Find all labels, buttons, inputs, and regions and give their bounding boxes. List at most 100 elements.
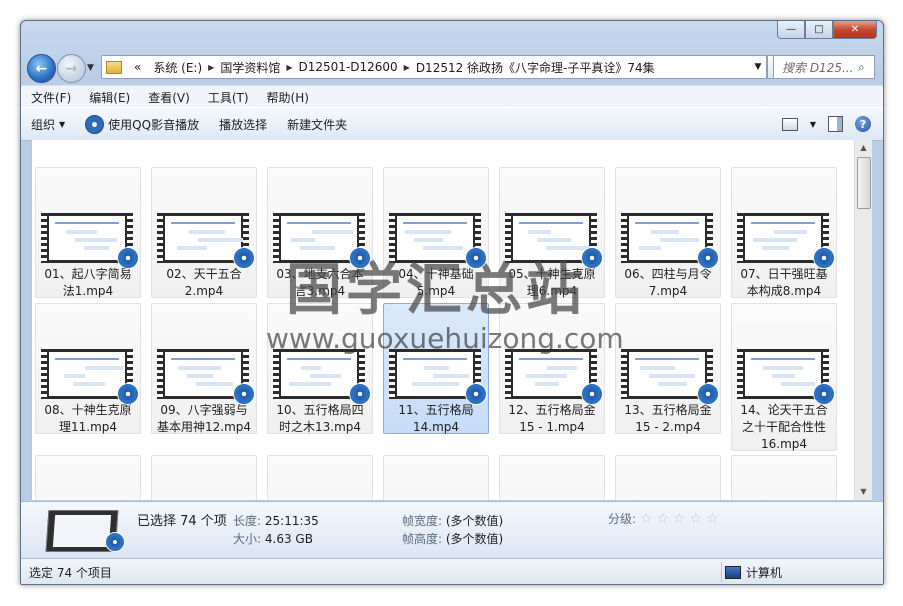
file-name-line: 02、天干五合 (166, 267, 242, 281)
file-item[interactable]: 04、十神基础 5.mp4 (383, 167, 489, 298)
file-name: 06、四柱与月令 7.mp4 (619, 266, 717, 300)
chevron-down-icon: ▼ (59, 119, 66, 129)
file-name: 04、十神基础 5.mp4 (387, 266, 485, 300)
file-item[interactable]: 07、日干强旺基 本构成8.mp4 (731, 167, 837, 298)
new-folder-button[interactable]: 新建文件夹 (277, 116, 357, 133)
back-arrow-icon[interactable]: ← (27, 54, 56, 83)
view-dropdown-icon[interactable]: ▼ (810, 120, 816, 129)
breadcrumb-folder-2[interactable]: D12501-D12600 (292, 60, 403, 74)
scroll-down-icon[interactable]: ▼ (855, 484, 872, 500)
file-item[interactable]: 06、四柱与月令 7.mp4 (615, 167, 721, 298)
folder-icon (106, 60, 122, 74)
change-view-icon[interactable] (781, 117, 798, 131)
search-icon[interactable]: ⌕ (858, 60, 865, 75)
preview-pane-icon[interactable] (828, 116, 843, 132)
file-item[interactable] (731, 455, 837, 500)
scrollbar-thumb[interactable] (857, 157, 871, 209)
file-item[interactable]: 05、十神生克原 理6.mp4 (499, 167, 605, 298)
file-name: 08、十神生克原 理11.mp4 (39, 402, 137, 436)
file-name: 07、日干强旺基 本构成8.mp4 (735, 266, 833, 300)
search-box[interactable]: 搜索 D125... ⌕ (773, 55, 875, 79)
file-item[interactable]: 11、五行格局 14.mp4 (383, 303, 489, 434)
file-item[interactable]: 01、起八字简易 法1.mp4 (35, 167, 141, 298)
computer-icon (725, 565, 741, 579)
breadcrumb-drive[interactable]: 系统 (E:) (147, 59, 208, 76)
breadcrumb-overflow[interactable]: « (128, 60, 147, 74)
search-input[interactable]: 搜索 D125... (774, 59, 858, 76)
video-reel-icon (581, 383, 603, 405)
file-name-line: 08、十神生克原 (44, 403, 132, 417)
file-item[interactable] (35, 455, 141, 500)
video-thumbnail (41, 349, 139, 405)
file-item[interactable] (615, 455, 721, 500)
video-reel-icon (233, 247, 255, 269)
file-name: 11、五行格局 14.mp4 (387, 402, 485, 436)
size-value: 4.63 GB (264, 532, 313, 546)
close-button[interactable]: ✕ (833, 21, 877, 39)
forward-arrow-icon[interactable]: → (57, 54, 86, 83)
menu-help[interactable]: 帮助(H) (259, 89, 317, 106)
file-item[interactable]: 03、地支六合本 言3.mp4 (267, 167, 373, 298)
file-item[interactable]: 09、八字强弱与 基本用神12.mp4 (151, 303, 257, 434)
file-name-line: 时之木13.mp4 (278, 420, 362, 434)
file-name-line: 05、十神生克原 (508, 267, 596, 281)
video-reel-icon (349, 247, 371, 269)
file-name-line: 15 - 1.mp4 (519, 420, 585, 434)
organize-button[interactable]: 组织 ▼ (21, 116, 75, 133)
vertical-scrollbar[interactable]: ▲ ▼ (854, 140, 872, 500)
rating-stars-icon[interactable]: ☆☆☆☆☆ (640, 511, 723, 527)
breadcrumb-folder-1[interactable]: 国学资料馆 (214, 59, 286, 76)
computer-label: 计算机 (746, 565, 783, 580)
video-thumbnail (389, 349, 487, 405)
qq-play-button[interactable]: 使用QQ影音播放 (75, 114, 209, 134)
file-item[interactable]: 10、五行格局四 时之木13.mp4 (267, 303, 373, 434)
file-item[interactable]: 02、天干五合 2.mp4 (151, 167, 257, 298)
file-item[interactable] (499, 455, 605, 500)
menu-file[interactable]: 文件(F) (23, 89, 79, 106)
address-dropdown-icon[interactable]: ▼ (750, 62, 766, 72)
file-name-line: 2.mp4 (184, 284, 224, 298)
minimize-button[interactable]: — (777, 21, 805, 39)
file-item[interactable] (151, 455, 257, 500)
file-name-line: 10、五行格局四 (276, 403, 364, 417)
length-row: 长度: 25:11:35 (233, 512, 319, 529)
maximize-button[interactable]: □ (805, 21, 833, 39)
file-item[interactable] (383, 455, 489, 500)
video-thumbnail (273, 349, 371, 405)
scroll-up-icon[interactable]: ▲ (855, 140, 872, 156)
file-name: 10、五行格局四 时之木13.mp4 (271, 402, 369, 436)
file-name-line: 5.mp4 (416, 284, 456, 298)
frame-height-label: 帧高度: (402, 532, 443, 546)
help-icon[interactable]: ? (855, 116, 871, 132)
video-thumbnail (505, 213, 603, 269)
play-selection-button[interactable]: 播放选择 (209, 116, 277, 133)
menu-view[interactable]: 查看(V) (140, 89, 198, 106)
video-thumbnail (157, 213, 255, 269)
length-label: 长度: (233, 514, 262, 528)
file-name-line: 理11.mp4 (58, 420, 118, 434)
file-item[interactable]: 12、五行格局金 15 - 1.mp4 (499, 303, 605, 434)
video-reel-icon (105, 532, 125, 552)
file-name-line: 法1.mp4 (62, 284, 114, 298)
menu-edit[interactable]: 编辑(E) (81, 89, 138, 106)
video-thumbnail (157, 349, 255, 405)
frame-width-row: 帧宽度: (多个数值) (402, 512, 503, 529)
file-name: 02、天干五合 2.mp4 (155, 266, 253, 300)
file-name-line: 理6.mp4 (526, 284, 578, 298)
file-name-line: 基本用神12.mp4 (156, 420, 252, 434)
frame-height-row: 帧高度: (多个数值) (402, 530, 503, 547)
video-reel-icon (465, 383, 487, 405)
breadcrumb-current[interactable]: D12512 徐政扬《八字命理-子平真诠》74集 (410, 59, 661, 76)
command-bar: 组织 ▼ 使用QQ影音播放 播放选择 新建文件夹 ▼ ? (21, 107, 883, 141)
file-item[interactable]: 08、十神生克原 理11.mp4 (35, 303, 141, 434)
history-dropdown-icon[interactable]: ▼ (87, 63, 94, 73)
menu-tools[interactable]: 工具(T) (200, 89, 257, 106)
explorer-window: — □ ✕ ← → ▼ « 系统 (E:) ▶ 国学资料馆 ▶ D12501-D… (20, 20, 884, 585)
video-thumbnail (621, 349, 719, 405)
file-item[interactable]: 13、五行格局金 15 - 2.mp4 (615, 303, 721, 434)
file-name: 05、十神生克原 理6.mp4 (503, 266, 601, 300)
address-bar[interactable]: « 系统 (E:) ▶ 国学资料馆 ▶ D12501-D12600 ▶ D125… (101, 55, 767, 79)
file-name-line: 11、五行格局 (398, 403, 474, 417)
file-item[interactable]: 14、论天干五合 之十干配合性性 16.mp4 (731, 303, 837, 451)
file-item[interactable] (267, 455, 373, 500)
